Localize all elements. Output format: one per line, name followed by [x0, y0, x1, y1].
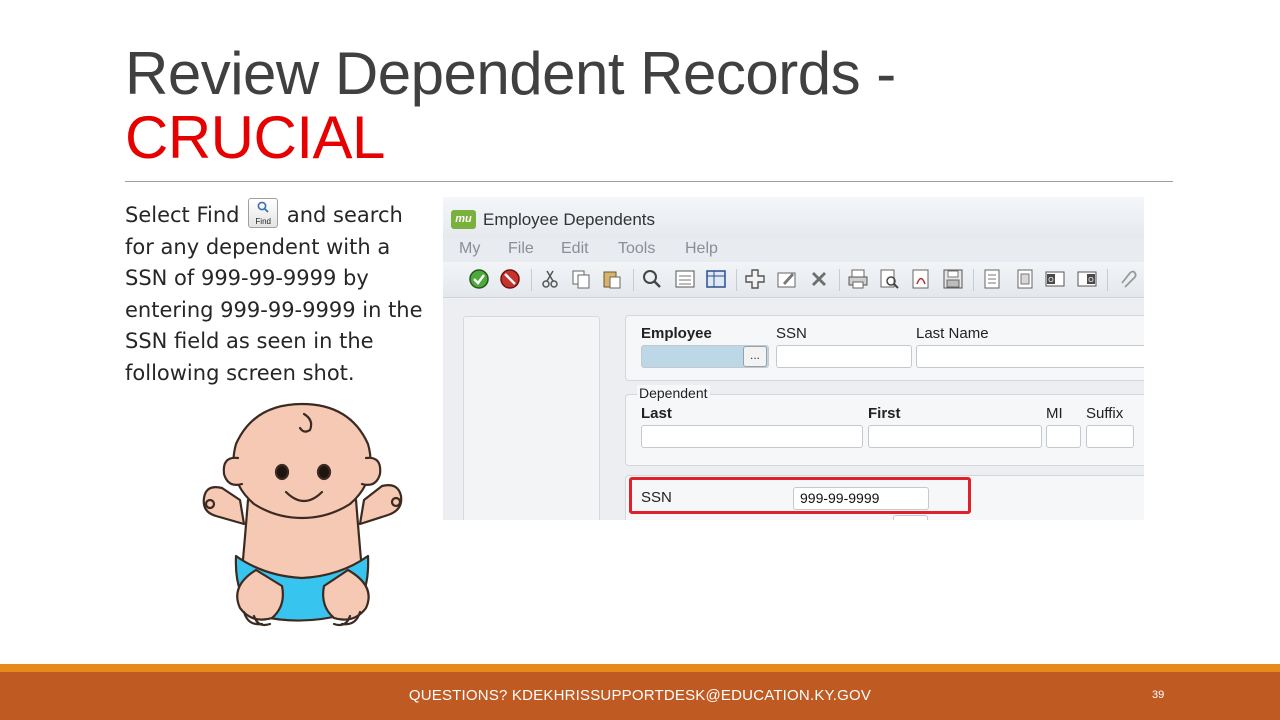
dependent-mi-label: MI [1046, 405, 1063, 422]
app-screenshot: mu Employee Dependents My File Edit Tool… [443, 197, 1144, 520]
dependent-last-field[interactable] [641, 425, 863, 448]
toolbar-separator [736, 269, 737, 291]
last-name-label: Last Name [916, 325, 989, 342]
slide-title-accent: CRUCIAL [125, 104, 385, 171]
dependent-first-label: First [868, 405, 901, 422]
print-icon[interactable] [846, 267, 870, 291]
find-button-icon: Find [248, 198, 279, 228]
dependent-first-field[interactable] [868, 425, 1042, 448]
menu-file[interactable]: File [508, 240, 534, 258]
toolbar-separator [1107, 269, 1108, 291]
dependent-mi-field[interactable] [1046, 425, 1081, 448]
cut-icon[interactable] [538, 267, 562, 291]
outlook-alt-icon[interactable]: O [1075, 267, 1099, 291]
employee-label: Employee [641, 325, 712, 342]
footer-contact: QUESTIONS? KDEKHRISSUPPORTDESK@EDUCATION… [408, 687, 872, 704]
accept-icon[interactable] [467, 267, 491, 291]
employee-ssn-label: SSN [776, 325, 807, 342]
slide-title-main: Review Dependent Records - [125, 40, 896, 107]
dependent-suffix-field[interactable] [1086, 425, 1134, 448]
import-icon[interactable] [1013, 267, 1037, 291]
dependent-group-title: Dependent [637, 385, 710, 401]
browse-icon[interactable] [673, 267, 697, 291]
last-name-field[interactable] [916, 345, 1144, 368]
menu-bar: My File Edit Tools Help [443, 237, 1144, 262]
dependent-last-label: Last [641, 405, 672, 422]
grid-icon[interactable] [704, 267, 728, 291]
app-logo: mu [451, 210, 476, 229]
outlook-icon[interactable]: O [1043, 267, 1067, 291]
save-icon[interactable] [941, 267, 965, 291]
dependent-suffix-label: Suffix [1086, 405, 1124, 422]
toolbar: O O [443, 262, 1144, 298]
toolbar-separator [973, 269, 974, 291]
svg-text:O: O [1088, 277, 1094, 284]
add-icon[interactable] [743, 267, 767, 291]
employee-ssn-field[interactable] [776, 345, 912, 368]
edit-icon[interactable] [775, 267, 799, 291]
instruction-text: Select Find Find and search for any depe… [125, 198, 430, 389]
toolbar-separator [531, 269, 532, 291]
slide-title: Review Dependent Records - CRUCIAL [125, 42, 1175, 170]
employee-lookup-button[interactable]: ... [743, 346, 767, 367]
toolbar-separator [839, 269, 840, 291]
find-icon[interactable] [640, 267, 664, 291]
cancel-icon[interactable] [498, 267, 522, 291]
pdf-icon[interactable] [909, 267, 933, 291]
side-panel [463, 316, 600, 520]
app-title-bar: mu Employee Dependents [443, 197, 1144, 237]
print-preview-icon[interactable] [877, 267, 901, 291]
toolbar-separator [633, 269, 634, 291]
find-icon-label: Find [255, 217, 271, 226]
export-icon[interactable] [981, 267, 1005, 291]
title-divider [125, 181, 1173, 182]
instruction-text-start: Select Find [125, 203, 240, 227]
window-title: Employee Dependents [483, 210, 656, 229]
copy-icon[interactable] [569, 267, 593, 291]
page-number: 39 [1152, 689, 1165, 701]
menu-tools[interactable]: Tools [618, 240, 655, 258]
baby-illustration [202, 402, 403, 627]
paste-icon[interactable] [600, 267, 624, 291]
magnifier-icon [257, 201, 269, 213]
menu-edit[interactable]: Edit [561, 240, 589, 258]
menu-my[interactable]: My [459, 240, 480, 258]
menu-help[interactable]: Help [685, 240, 718, 258]
attach-icon[interactable] [1115, 267, 1139, 291]
partial-field[interactable] [893, 515, 928, 520]
footer-stripe [0, 664, 1280, 672]
instruction-text-end: and search for any dependent with a SSN … [125, 203, 423, 385]
svg-text:O: O [1048, 277, 1054, 284]
ssn-highlight-box [629, 477, 971, 514]
delete-icon[interactable] [807, 267, 831, 291]
